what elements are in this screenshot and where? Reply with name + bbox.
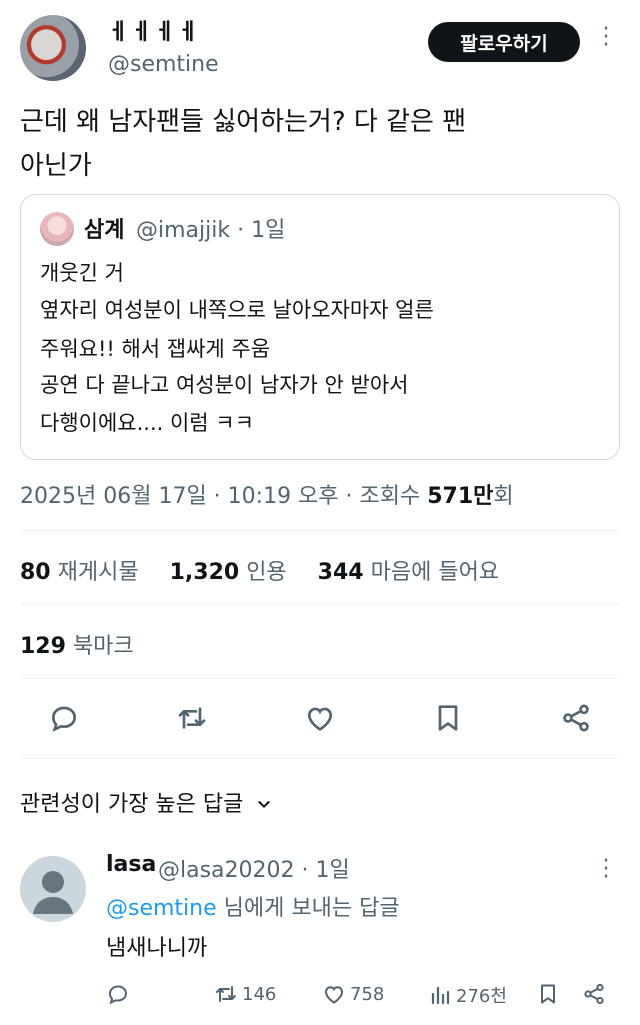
quoted-text-line: 개웃긴 거 [40, 261, 124, 285]
quoted-author-avatar [40, 212, 74, 246]
author-display-name[interactable]: ㅔㅔㅔㅔ [108, 14, 201, 46]
replying-to: @semtine 님에게 보내는 답글 [106, 890, 400, 922]
quotes-label[interactable]: 인용 [246, 560, 286, 585]
tweet-text-line: 아닌가 [20, 151, 92, 181]
reply-views-button[interactable]: 276천 [428, 982, 507, 1008]
share-icon[interactable] [556, 698, 596, 738]
retweet-icon[interactable] [172, 698, 212, 738]
tweet-text-line: 근데 왜 남자팬들 싫어하는거? 다 같은 팬 [20, 107, 467, 137]
bookmark-icon [541, 984, 555, 1004]
replies-sort-dropdown[interactable]: 관련성이 가장 높은 답글 [20, 786, 272, 818]
reply-reply-button[interactable] [106, 982, 134, 1006]
reply-like-button[interactable]: 758 [322, 982, 384, 1006]
replying-to-suffix: 님에게 보내는 답글 [216, 896, 400, 921]
reply-retweet-button[interactable]: 146 [214, 982, 276, 1006]
like-icon [324, 986, 344, 1004]
quoted-text-line: 다행이에요.... 이럼 ㅋㅋ [40, 411, 254, 435]
quoted-text-line: 주워요!! 해서 잽싸게 주움 [40, 337, 271, 361]
bookmarks-count: 129 [20, 634, 66, 659]
quoted-author-name: 삼계 [84, 218, 125, 243]
mention-link[interactable]: @semtine [106, 896, 217, 921]
retweets-label[interactable]: 재게시물 [58, 560, 139, 585]
bookmark-icon[interactable] [428, 698, 468, 738]
follow-button[interactable]: 팔로우하기 [428, 22, 580, 62]
divider [20, 678, 620, 679]
share-icon [584, 983, 604, 1005]
ellipsis-vertical-icon[interactable]: · · · [598, 19, 614, 57]
quotes-count[interactable]: 1,320 [170, 560, 240, 585]
quoted-text-line: 공연 다 끝나고 여성분이 남자가 안 받아서 [40, 373, 409, 397]
author-handle[interactable]: @semtine [108, 52, 219, 77]
bookmarks-stat[interactable]: 129 북마크 [20, 628, 158, 660]
engagement-stats: 80 재게시물 1,320 인용 344 마음에 들어요 [20, 554, 499, 586]
timestamp-text: 2025년 06월 17일 · 10:19 오후 · 조회수 [20, 484, 428, 509]
replies-sort-label: 관련성이 가장 높은 답글 [20, 792, 244, 817]
divider [20, 530, 620, 531]
reply-icon [108, 985, 128, 1005]
view-count-suffix: 회 [493, 484, 514, 509]
likes-count[interactable]: 344 [318, 560, 364, 585]
chevron-down-icon [256, 793, 272, 818]
quoted-author-meta: @imajjik · 1일 [136, 218, 286, 243]
tweet-text: 근데 왜 남자팬들 싫어하는거? 다 같은 팬 아닌가 [20, 100, 620, 188]
view-count: 571만 [427, 484, 494, 509]
author-avatar[interactable] [20, 15, 86, 81]
reply-author-avatar[interactable] [20, 856, 86, 922]
reply-bookmark-button[interactable] [536, 982, 564, 1006]
reply-author-name[interactable]: lasa [106, 852, 156, 877]
quoted-text-line: 옆자리 여성분이 내쪽으로 날아오자마자 얼른 [40, 298, 434, 322]
divider [20, 758, 620, 759]
likes-label[interactable]: 마음에 들어요 [371, 560, 499, 585]
like-icon[interactable] [300, 698, 340, 738]
reply-icon[interactable] [44, 698, 84, 738]
reply-share-button[interactable] [582, 982, 610, 1006]
ellipsis-vertical-icon[interactable]: · · · [598, 851, 614, 889]
bookmarks-label: 북마크 [72, 634, 134, 659]
reply-like-count: 758 [350, 983, 385, 1005]
retweets-count[interactable]: 80 [20, 560, 51, 585]
reply-view-count: 276천 [456, 986, 507, 1007]
divider [20, 604, 620, 605]
views-icon [431, 986, 450, 1005]
retweet-icon [216, 986, 236, 1002]
tweet-timestamp[interactable]: 2025년 06월 17일 · 10:19 오후 · 조회수 571만회 [20, 478, 514, 510]
reply-retweet-count: 146 [242, 983, 277, 1005]
reply-text: 냄새나니까 [106, 936, 208, 961]
reply-author-meta[interactable]: @lasa20202 · 1일 [158, 852, 350, 884]
